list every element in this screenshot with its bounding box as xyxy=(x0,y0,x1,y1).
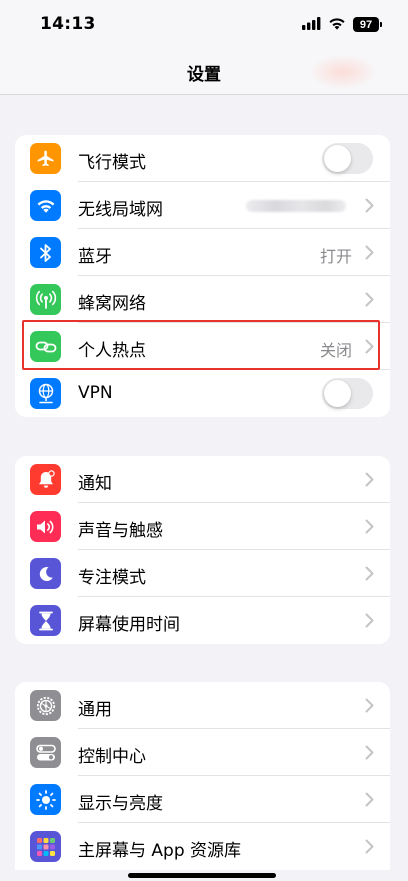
settings-row-label: 蜂窝网络 xyxy=(78,294,146,314)
settings-row-label: 个人热点 xyxy=(78,341,146,361)
status-bar: 14:13 97 xyxy=(0,0,408,50)
settings-row-label: 蓝牙 xyxy=(78,247,112,267)
settings-row-label: 飞行模式 xyxy=(78,153,146,173)
settings-row-cellular[interactable]: 蜂窝网络 xyxy=(15,276,390,323)
settings-row-label: 控制中心 xyxy=(78,747,146,767)
app-grid-icon xyxy=(30,831,61,862)
chevron-right-icon xyxy=(365,292,374,311)
chevron-right-icon xyxy=(365,519,374,538)
settings-row-screen-time[interactable]: 屏幕使用时间 xyxy=(15,597,390,644)
settings-row-home-screen-app-library[interactable]: 主屏幕与 App 资源库 xyxy=(15,823,390,870)
bell-icon xyxy=(30,464,61,495)
bluetooth-icon xyxy=(30,237,61,268)
page-title: 设置 xyxy=(187,65,221,85)
settings-row-label: 屏幕使用时间 xyxy=(78,615,180,635)
settings-row-general[interactable]: 通用 xyxy=(15,682,390,729)
chevron-right-icon xyxy=(365,245,374,264)
cellular-antenna-icon xyxy=(30,284,61,315)
sun-icon xyxy=(30,784,61,815)
chevron-right-icon xyxy=(365,472,374,491)
wifi-network-name-blurred xyxy=(246,200,346,212)
settings-group-general: 通用 控制中心 显示与亮度 主屏幕与 App 资源库 xyxy=(15,682,390,870)
chevron-right-icon xyxy=(365,613,374,632)
wifi-icon xyxy=(30,190,61,221)
switches-icon xyxy=(30,737,61,768)
settings-row-label: 通用 xyxy=(78,700,112,720)
speaker-icon xyxy=(30,511,61,542)
cellular-signal-icon xyxy=(302,15,321,34)
bluetooth-status-value: 打开 xyxy=(319,247,352,266)
settings-row-label: 声音与触感 xyxy=(78,521,163,541)
settings-row-airplane-mode[interactable]: 飞行模式 xyxy=(15,135,390,182)
settings-row-personal-hotspot[interactable]: 个人热点 关闭 xyxy=(15,323,390,370)
settings-group-connectivity: 飞行模式 无线局域网 蓝牙 打开 蜂窝网络 个人热点 关闭 VPN xyxy=(15,135,390,417)
status-icons: 97 xyxy=(302,15,382,34)
gear-icon xyxy=(30,690,61,721)
battery-icon: 97 xyxy=(353,17,382,32)
hourglass-icon xyxy=(30,605,61,636)
chevron-right-icon xyxy=(365,745,374,764)
settings-row-control-center[interactable]: 控制中心 xyxy=(15,729,390,776)
settings-row-wifi[interactable]: 无线局域网 xyxy=(15,182,390,229)
wifi-icon xyxy=(328,15,346,34)
airplane-mode-toggle[interactable] xyxy=(322,143,373,174)
settings-group-notifications: 通知 声音与触感 专注模式 屏幕使用时间 xyxy=(15,456,390,644)
hotspot-status-value: 关闭 xyxy=(319,341,352,360)
chevron-right-icon xyxy=(365,698,374,717)
settings-row-focus[interactable]: 专注模式 xyxy=(15,550,390,597)
settings-row-sounds-haptics[interactable]: 声音与触感 xyxy=(15,503,390,550)
status-time: 14:13 xyxy=(40,14,96,34)
settings-row-label: 显示与亮度 xyxy=(78,794,163,814)
settings-row-notifications[interactable]: 通知 xyxy=(15,456,390,503)
battery-level: 97 xyxy=(353,17,379,32)
settings-row-label: VPN xyxy=(78,383,113,403)
settings-row-label: 无线局域网 xyxy=(78,200,163,220)
home-indicator[interactable] xyxy=(128,873,276,878)
vpn-toggle[interactable] xyxy=(322,378,373,409)
settings-row-bluetooth[interactable]: 蓝牙 打开 xyxy=(15,229,390,276)
settings-row-label: 专注模式 xyxy=(78,568,146,588)
chevron-right-icon xyxy=(365,792,374,811)
settings-row-vpn[interactable]: VPN xyxy=(15,370,390,417)
settings-row-label: 主屏幕与 App 资源库 xyxy=(78,841,242,861)
chevron-right-icon xyxy=(365,339,374,358)
chevron-right-icon xyxy=(365,839,374,858)
chevron-right-icon xyxy=(365,566,374,585)
airplane-icon xyxy=(30,143,61,174)
moon-icon xyxy=(30,558,61,589)
settings-row-label: 通知 xyxy=(78,474,112,494)
vpn-globe-icon xyxy=(30,378,61,409)
hotspot-link-icon xyxy=(30,331,61,362)
navigation-header: 设置 xyxy=(0,50,408,95)
chevron-right-icon xyxy=(365,198,374,217)
settings-row-display-brightness[interactable]: 显示与亮度 xyxy=(15,776,390,823)
